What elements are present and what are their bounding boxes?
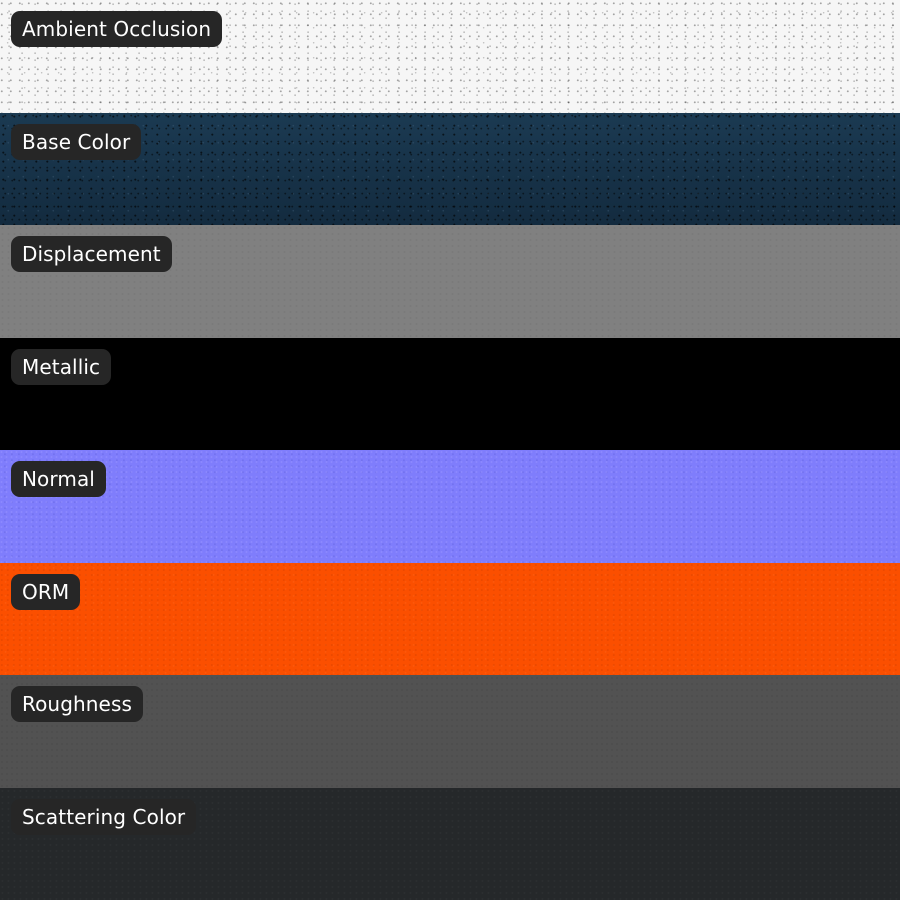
map-strip-roughness: Roughness <box>0 675 900 788</box>
map-label: Scattering Color <box>11 798 197 835</box>
metallic-texture <box>0 337 900 450</box>
map-strip-metallic: Metallic <box>0 337 900 450</box>
map-strip-scattering-color: Scattering Color <box>0 787 900 900</box>
texture-map-list: Ambient Occlusion Base Color Displacemen… <box>0 0 900 900</box>
map-strip-normal: Normal <box>0 450 900 563</box>
map-strip-base-color: Base Color <box>0 112 900 225</box>
map-strip-ambient-occlusion: Ambient Occlusion <box>0 0 900 113</box>
map-strip-orm: ORM <box>0 562 900 675</box>
map-label: Displacement <box>11 236 172 272</box>
map-label: Roughness <box>11 686 144 722</box>
map-label: Normal <box>11 461 106 497</box>
map-label: Ambient Occlusion <box>11 11 223 47</box>
orm-texture <box>0 562 900 675</box>
map-label: ORM <box>11 573 81 610</box>
map-label: Base Color <box>11 123 142 160</box>
map-label: Metallic <box>11 348 112 385</box>
map-strip-displacement: Displacement <box>0 225 900 338</box>
normal-texture <box>0 450 900 563</box>
